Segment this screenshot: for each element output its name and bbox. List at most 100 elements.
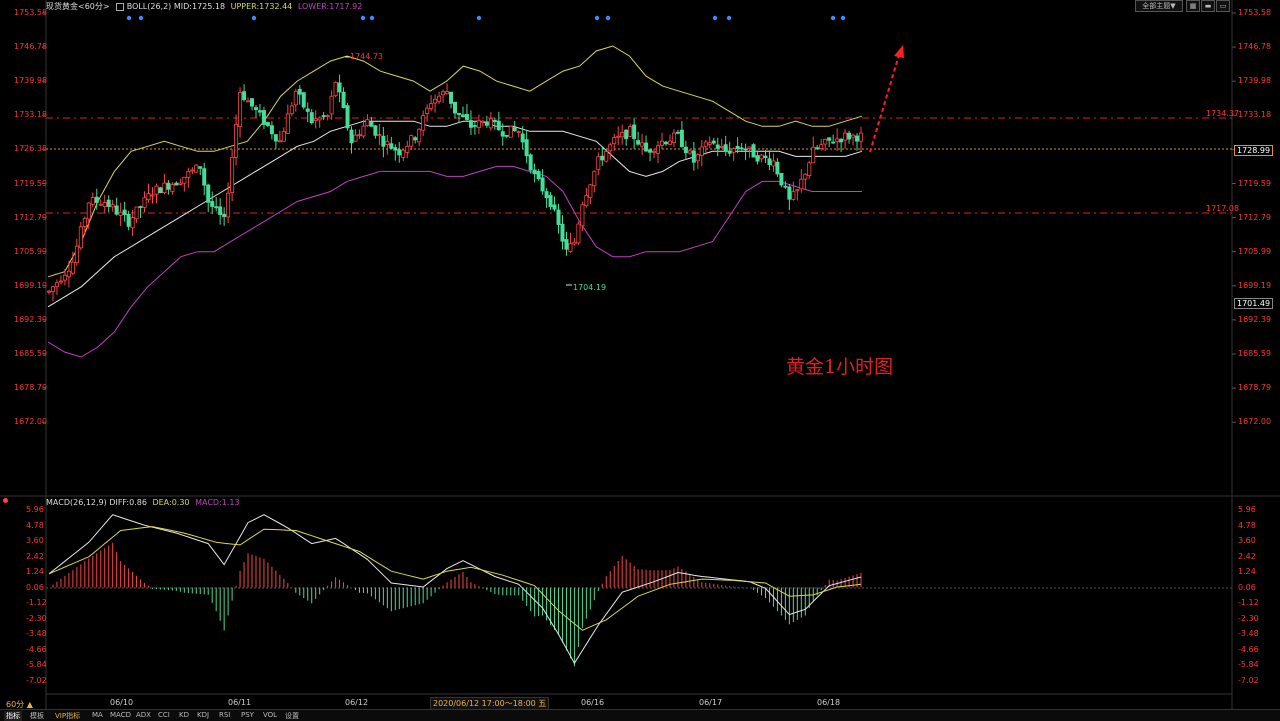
minimize-icon[interactable]: ▬ <box>1201 0 1215 12</box>
candle[interactable] <box>441 89 446 103</box>
candle[interactable] <box>150 187 155 204</box>
candle[interactable] <box>572 238 577 246</box>
candle[interactable] <box>357 129 362 139</box>
candle[interactable] <box>393 144 398 161</box>
candle[interactable] <box>253 105 258 118</box>
candle[interactable] <box>309 109 314 125</box>
candle[interactable] <box>345 102 350 131</box>
indicator-label[interactable]: BOLL(26,2) <box>127 2 172 11</box>
candle[interactable] <box>54 279 59 295</box>
candle[interactable] <box>556 203 561 234</box>
candle[interactable] <box>82 216 87 236</box>
candle[interactable] <box>504 134 509 139</box>
candle[interactable] <box>110 199 115 212</box>
candle[interactable] <box>791 181 796 201</box>
candle[interactable] <box>373 124 378 139</box>
candle[interactable] <box>671 129 676 147</box>
candle[interactable] <box>659 132 664 150</box>
candle[interactable] <box>612 133 617 151</box>
candle[interactable] <box>608 142 613 160</box>
candle[interactable] <box>425 104 430 122</box>
candle[interactable] <box>711 137 716 145</box>
candle[interactable] <box>616 126 621 146</box>
candle[interactable] <box>122 201 127 222</box>
candle[interactable] <box>747 146 752 158</box>
candle[interactable] <box>779 172 784 188</box>
candle[interactable] <box>536 168 541 181</box>
candle[interactable] <box>293 88 298 112</box>
tab-7[interactable]: KD <box>179 711 189 719</box>
candle[interactable] <box>632 117 637 149</box>
candle[interactable] <box>297 85 302 105</box>
candle[interactable] <box>413 136 418 144</box>
candle[interactable] <box>739 143 744 151</box>
candle[interactable] <box>337 74 342 103</box>
candle[interactable] <box>90 192 95 207</box>
candle[interactable] <box>214 196 219 212</box>
candle[interactable] <box>321 111 326 121</box>
candle[interactable] <box>528 153 533 174</box>
tab-3[interactable]: MA <box>92 711 103 719</box>
candle[interactable] <box>795 189 800 201</box>
candle[interactable] <box>421 110 426 136</box>
candle[interactable] <box>576 221 581 245</box>
candle[interactable] <box>592 170 597 193</box>
candle[interactable] <box>333 81 338 98</box>
candle[interactable] <box>771 153 776 172</box>
restore-icon[interactable]: ▭ <box>1216 0 1230 12</box>
candle[interactable] <box>687 149 692 156</box>
candle[interactable] <box>126 210 131 231</box>
tab-6[interactable]: CCI <box>158 711 170 719</box>
tab-10[interactable]: PSY <box>241 711 254 719</box>
candle[interactable] <box>138 205 143 219</box>
candle[interactable] <box>679 121 684 148</box>
candle[interactable] <box>210 191 215 215</box>
candle[interactable] <box>588 183 593 205</box>
candle[interactable] <box>827 137 832 148</box>
candle[interactable] <box>186 167 191 188</box>
candle[interactable] <box>524 129 529 164</box>
candle[interactable] <box>675 129 680 135</box>
symbol-label[interactable]: 现货黄金<60分> <box>46 2 110 11</box>
candle[interactable] <box>847 130 852 144</box>
candle[interactable] <box>540 169 545 195</box>
candle[interactable] <box>381 126 386 158</box>
candle[interactable] <box>604 150 609 163</box>
candle[interactable] <box>246 97 251 103</box>
candle[interactable] <box>142 191 147 213</box>
tab-11[interactable]: VOL <box>263 711 277 719</box>
candle[interactable] <box>480 120 485 127</box>
candle[interactable] <box>544 188 549 208</box>
candle[interactable] <box>361 119 366 139</box>
tab-4[interactable]: MACD <box>110 711 131 719</box>
candle[interactable] <box>584 187 589 208</box>
candle[interactable] <box>118 202 123 227</box>
candle[interactable] <box>472 121 477 135</box>
candle[interactable] <box>158 186 163 194</box>
candle[interactable] <box>652 149 657 159</box>
candle[interactable] <box>257 103 262 117</box>
candle[interactable] <box>341 87 346 109</box>
candle[interactable] <box>130 210 135 236</box>
candle[interactable] <box>417 128 422 147</box>
candle[interactable] <box>437 91 442 104</box>
candle[interactable] <box>859 126 864 152</box>
candle[interactable] <box>640 133 645 155</box>
candle[interactable] <box>281 127 286 142</box>
candle[interactable] <box>269 121 274 140</box>
candle[interactable] <box>261 106 266 130</box>
candle[interactable] <box>50 285 55 302</box>
candle[interactable] <box>58 275 63 285</box>
candle[interactable] <box>548 192 553 210</box>
candle[interactable] <box>620 124 625 145</box>
candle[interactable] <box>397 142 402 163</box>
candle[interactable] <box>723 135 728 156</box>
candle[interactable] <box>803 173 808 189</box>
candle[interactable] <box>811 136 816 164</box>
candle[interactable] <box>715 137 720 157</box>
candle[interactable] <box>234 114 239 166</box>
candle[interactable] <box>389 136 394 149</box>
chart-canvas[interactable] <box>0 0 1280 720</box>
candle[interactable] <box>636 131 641 146</box>
candle[interactable] <box>449 91 454 109</box>
